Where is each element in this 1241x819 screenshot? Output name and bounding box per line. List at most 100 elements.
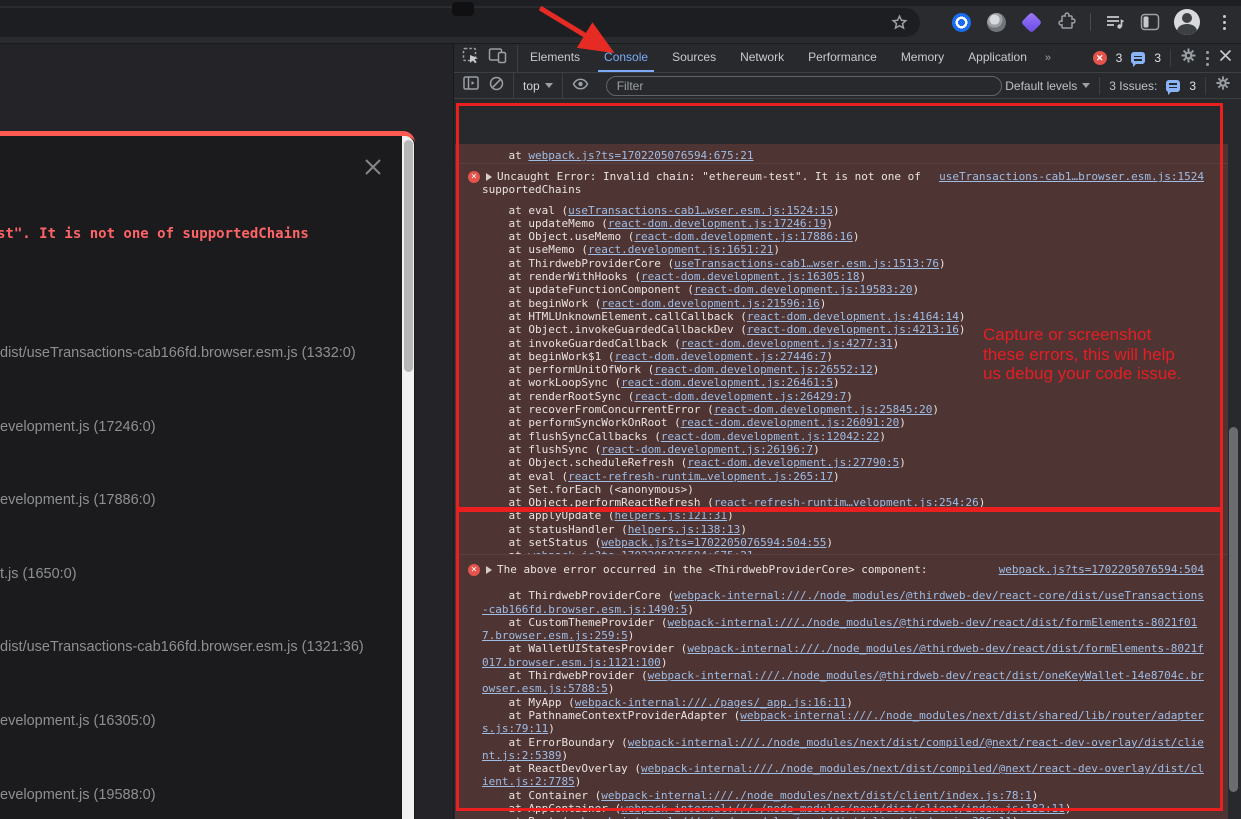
stack-link[interactable]: react-dom.development.js:25845:20	[714, 403, 933, 416]
close-icon[interactable]	[360, 154, 388, 182]
tab-application[interactable]: Application	[956, 44, 1039, 72]
expand-triangle-icon[interactable]	[486, 173, 492, 181]
stack-link[interactable]: react-dom.development.js:19583:20	[694, 283, 913, 296]
overlay-scrollbar-thumb[interactable]	[404, 140, 413, 372]
stack-link[interactable]: webpack-internal:///./node_modules/@thir…	[482, 616, 1197, 642]
overlay-frame-path: evelopment.js (16305:0)	[0, 713, 156, 729]
stack-link[interactable]: webpack-internal:///./node_modules/@thir…	[482, 589, 1204, 615]
extension-circle-icon[interactable]	[985, 11, 1007, 33]
stack-link[interactable]: react-dom.development.js:4277:31	[681, 337, 893, 350]
inspect-element-icon[interactable]	[462, 47, 480, 70]
stack-link[interactable]: helpers.js:138:13	[628, 523, 741, 536]
browser-menu-kebab-icon[interactable]	[1213, 11, 1235, 33]
more-tabs-icon[interactable]: »	[1039, 52, 1056, 64]
stack-link[interactable]: react-dom.development.js:21596:16	[601, 297, 820, 310]
stack-link[interactable]: react-refresh-runtim…velopment.js:254:26	[714, 496, 979, 509]
stack-link[interactable]: react-dom.development.js:4213:16	[747, 323, 959, 336]
error-message: Uncaught Error: Invalid chain: "ethereum…	[482, 170, 927, 196]
source-link[interactable]: webpack.js?ts=1702205076594:504	[999, 563, 1204, 576]
overlay-frame-path: evelopment.js (17246:0)	[0, 419, 156, 435]
error-icon: ✕	[468, 564, 480, 576]
log-levels-selector[interactable]: Default levels	[1005, 79, 1090, 93]
stack-link[interactable]: react.development.js:1651:21	[588, 243, 773, 256]
profile-avatar[interactable]	[1174, 9, 1200, 35]
issues-bubble-icon[interactable]	[1166, 80, 1180, 92]
stack-link[interactable]: helpers.js:121:31	[614, 509, 727, 522]
console-sidebar-icon[interactable]	[463, 76, 479, 95]
tab-performance[interactable]: Performance	[796, 44, 889, 72]
stack-link[interactable]: webpack-internal:///./node_modules/next/…	[621, 802, 1065, 815]
error-count: 3	[1116, 51, 1123, 65]
stack-link[interactable]: react-dom.development.js:4164:14	[747, 310, 959, 323]
chevron-down-icon	[545, 83, 553, 88]
stack-link[interactable]: webpack-internal:///./node_modules/next/…	[568, 815, 1012, 819]
stack-link[interactable]: react-dom.development.js:17886:16	[634, 230, 853, 243]
stack-link[interactable]: webpack-internal:///./pages/_app.js:16:1…	[575, 696, 847, 709]
stack-link[interactable]: webpack-internal:///./node_modules/@thir…	[482, 642, 1204, 668]
error-icon: ✕	[468, 171, 480, 183]
context-selector[interactable]: top	[523, 79, 553, 93]
overlay-frame-path: dist/useTransactions-cab166fd.browser.es…	[0, 639, 364, 655]
stack-link[interactable]: react-dom.development.js:17246:19	[608, 217, 827, 230]
tab-network[interactable]: Network	[728, 44, 796, 72]
extension-blue-dot-icon[interactable]	[950, 11, 972, 33]
stack-link[interactable]: react-dom.development.js:26091:20	[681, 416, 900, 429]
message-count: 3	[1154, 51, 1161, 65]
bookmark-star-icon[interactable]	[891, 14, 908, 36]
stack-link[interactable]: react-dom.development.js:26196:7	[601, 443, 813, 456]
browser-tab-stub[interactable]	[452, 2, 474, 16]
stack-link[interactable]: react-dom.development.js:12042:22	[661, 430, 880, 443]
stack-link[interactable]: react-dom.development.js:16305:18	[641, 270, 860, 283]
message-bubble-icon[interactable]	[1131, 52, 1145, 64]
stack-link[interactable]: react-dom.development.js:26552:12	[654, 363, 873, 376]
clear-console-icon[interactable]	[489, 76, 504, 96]
stack-link[interactable]: webpack.js?ts=1702205076594:675:21	[528, 149, 753, 162]
issues-label[interactable]: 3 Issues:	[1109, 79, 1157, 93]
devtools-tabs: ElementsConsoleSourcesNetworkPerformance…	[518, 44, 1039, 72]
stack-link[interactable]: webpack-internal:///./node_modules/next/…	[482, 736, 1204, 762]
overlay-error-text: st". It is not one of supportedChains	[0, 226, 309, 242]
stack-link[interactable]: react-dom.development.js:27790:5	[687, 456, 899, 469]
stack-link[interactable]: useTransactions-cab1…wser.esm.js:1524:15	[568, 204, 833, 217]
stack-link[interactable]: react-dom.development.js:26461:5	[621, 376, 833, 389]
device-toolbar-icon[interactable]	[488, 47, 507, 69]
overlay-frame-path: t.js (1650:0)	[0, 566, 77, 582]
overlay-frame-path: evelopment.js (19588:0)	[0, 787, 156, 803]
devtools-close-icon[interactable]	[1218, 48, 1233, 68]
stack-link[interactable]: useTransactions-cab1…wser.esm.js:1513:76	[674, 257, 939, 270]
tab-sources[interactable]: Sources	[660, 44, 728, 72]
extension-purple-diamond-icon[interactable]	[1020, 11, 1042, 33]
filter-input[interactable]	[606, 76, 1002, 96]
stack-link[interactable]: webpack-internal:///./node_modules/@thir…	[482, 669, 1204, 695]
source-link[interactable]: useTransactions-cab1…browser.esm.js:1524	[939, 170, 1204, 183]
console-scrollbar-thumb[interactable]	[1229, 427, 1238, 792]
tab-memory[interactable]: Memory	[889, 44, 956, 72]
stack-link[interactable]: react-refresh-runtim…velopment.js:265:17	[568, 470, 833, 483]
devtools-menu-kebab-icon[interactable]	[1206, 51, 1209, 66]
stack-link[interactable]: webpack-internal:///./node_modules/next/…	[482, 762, 1204, 788]
console-settings-gear-icon[interactable]	[1215, 75, 1231, 96]
console-error-row: ✕ webpack.js?ts=1702205076594:504The abo…	[455, 555, 1228, 819]
console-toolbar: top Default levels 3 Issues: 3	[454, 72, 1241, 99]
extensions-puzzle-icon[interactable]	[1055, 11, 1077, 33]
issues-count: 3	[1189, 79, 1196, 93]
stack-trace: at eval (useTransactions-cab1…wser.esm.j…	[482, 204, 1204, 555]
stack-link[interactable]: webpack-internal:///./node_modules/next/…	[482, 709, 1204, 735]
console-error-row: ✕ useTransactions-cab1…browser.esm.js:15…	[455, 164, 1228, 555]
tab-console[interactable]: Console	[592, 44, 660, 72]
stack-link[interactable]: react-dom.development.js:26429:7	[634, 390, 846, 403]
expand-triangle-icon[interactable]	[486, 566, 492, 574]
stack-trace: at ThirdwebProviderCore (webpack-interna…	[482, 589, 1204, 819]
stack-link[interactable]: react-dom.development.js:27446:7	[614, 350, 826, 363]
stack-link[interactable]: webpack.js?ts=1702205076594:504:55	[601, 536, 826, 549]
side-panel-icon[interactable]	[1139, 11, 1161, 33]
tab-elements[interactable]: Elements	[518, 44, 592, 72]
console-output: at webpack.js?ts=1702205076594:675:21 ✕ …	[454, 99, 1241, 819]
settings-gear-icon[interactable]	[1180, 47, 1197, 69]
stack-link[interactable]: webpack-internal:///./node_modules/next/…	[601, 789, 1031, 802]
media-controls-icon[interactable]	[1104, 11, 1126, 33]
overlay-scrollbar[interactable]	[402, 136, 414, 819]
error-count-icon[interactable]: ✕	[1093, 51, 1107, 65]
live-expression-eye-icon[interactable]	[572, 77, 589, 95]
browser-toolbar	[0, 0, 1241, 44]
